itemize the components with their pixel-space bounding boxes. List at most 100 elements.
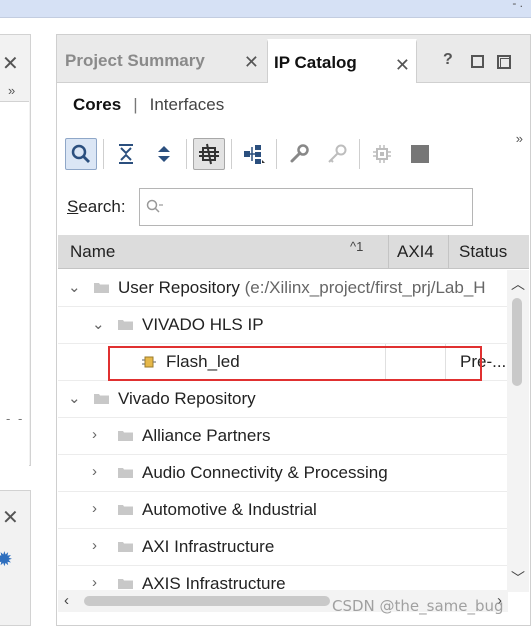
left-lower-panel: ✕ ✹ xyxy=(0,490,31,626)
key-icon xyxy=(328,144,347,163)
window-top-strip: - . xyxy=(0,0,531,18)
scrollbar-thumb[interactable] xyxy=(84,596,330,606)
customize-ip-button[interactable] xyxy=(366,138,398,170)
folder-icon xyxy=(118,505,133,515)
chevron-up-icon[interactable]: ︿ xyxy=(511,274,525,294)
search-field[interactable] xyxy=(139,188,473,226)
tree-row-axi-infrastructure[interactable]: › AXI Infrastructure xyxy=(58,529,508,566)
row-label: Alliance Partners xyxy=(142,426,271,445)
row-label: Automotive & Industrial xyxy=(142,500,317,519)
folder-icon xyxy=(118,320,133,330)
tree-row-automotive-industrial[interactable]: › Automotive & Industrial xyxy=(58,492,508,529)
left-side-panel: ✕ » - - xyxy=(0,34,31,471)
vertical-scrollbar[interactable]: ︿ ﹀ xyxy=(507,270,529,592)
folder-icon xyxy=(118,542,133,552)
collapse-all-icon xyxy=(119,144,133,164)
close-icon[interactable]: ✕ xyxy=(395,55,410,76)
tree-row-alliance-partners[interactable]: › Alliance Partners xyxy=(58,418,508,455)
row-label: Flash_led xyxy=(166,352,240,371)
hierarchy-button[interactable] xyxy=(238,138,270,170)
view-switcher: Cores | Interfaces xyxy=(73,93,224,117)
search-label: Search: xyxy=(67,197,126,216)
gear-icon[interactable]: ✹ xyxy=(0,547,13,572)
search-toggle-button[interactable] xyxy=(65,138,97,170)
chip-icon xyxy=(373,145,391,163)
tab-bar: Project Summary ✕ IP Catalog ✕ ? xyxy=(57,35,530,83)
chevron-left-icon[interactable]: ‹ xyxy=(64,592,69,609)
row-label: VIVADO HLS IP xyxy=(142,315,264,334)
overflow-chevron-icon[interactable]: » xyxy=(516,131,523,146)
scrollbar-thumb[interactable] xyxy=(512,298,522,386)
search-icon xyxy=(71,144,90,163)
tree-row-vivado-hls-ip[interactable]: ⌄ VIVADO HLS IP xyxy=(58,307,508,344)
ip-core-icon xyxy=(142,356,156,368)
chip-pin-icon xyxy=(199,143,219,165)
watermark: CSDN @the_same_bug xyxy=(332,597,504,615)
show-ip-button[interactable] xyxy=(193,138,225,170)
subtab-cores[interactable]: Cores xyxy=(73,95,121,115)
row-label: User Repository xyxy=(118,278,240,297)
settings-button[interactable] xyxy=(283,138,315,170)
toolbar-separator xyxy=(359,139,360,169)
close-icon[interactable]: ✕ xyxy=(244,52,259,73)
tab-project-summary[interactable]: Project Summary ✕ xyxy=(61,39,265,83)
chevron-right-icon[interactable]: › xyxy=(92,537,108,554)
toolbar: » xyxy=(65,131,525,173)
tab-label: Project Summary xyxy=(65,51,205,70)
stop-button[interactable] xyxy=(404,138,436,170)
expand-all-button[interactable] xyxy=(148,138,180,170)
row-path: (e:/Xilinx_project/first_prj/Lab_H xyxy=(244,278,486,297)
chevron-down-icon[interactable]: ⌄ xyxy=(68,389,84,407)
wrench-icon xyxy=(290,144,309,163)
tree-row-flash-led[interactable]: Flash_led Pre-... xyxy=(58,344,508,381)
search-input[interactable] xyxy=(140,189,472,225)
row-label: Audio Connectivity & Processing xyxy=(142,463,388,482)
chevron-right-icon[interactable]: › xyxy=(92,574,108,591)
chevron-down-icon[interactable]: ⌄ xyxy=(68,278,84,296)
row-label: AXI Infrastructure xyxy=(142,537,275,556)
folder-icon xyxy=(118,579,133,589)
folder-icon xyxy=(118,431,133,441)
ip-tree: ⌄ User Repository (e:/Xilinx_project/fir… xyxy=(58,270,508,595)
tree-row-user-repository[interactable]: ⌄ User Repository (e:/Xilinx_project/fir… xyxy=(58,270,508,307)
search-icon xyxy=(146,199,163,213)
subtab-interfaces[interactable]: Interfaces xyxy=(150,95,225,115)
subtab-separator: | xyxy=(133,95,138,114)
sort-indicator: ^1 xyxy=(350,239,364,254)
search-row: Search: xyxy=(67,187,473,227)
restore-icon[interactable] xyxy=(471,55,484,68)
ip-catalog-window: Project Summary ✕ IP Catalog ✕ ? Cores |… xyxy=(56,34,531,626)
collapse-all-button[interactable] xyxy=(110,138,142,170)
row-label: Vivado Repository xyxy=(118,389,256,408)
toolbar-separator xyxy=(186,139,187,169)
folder-icon xyxy=(94,283,109,293)
chevron-down-icon[interactable]: ⌄ xyxy=(92,315,108,333)
tree-row-audio-connectivity[interactable]: › Audio Connectivity & Processing xyxy=(58,455,508,492)
column-header-status[interactable]: Status xyxy=(448,235,529,269)
tree-row-vivado-repository[interactable]: ⌄ Vivado Repository xyxy=(58,381,508,418)
help-icon[interactable]: ? xyxy=(443,51,453,69)
license-button[interactable] xyxy=(321,138,353,170)
tab-label: IP Catalog xyxy=(274,52,357,72)
close-icon[interactable]: ✕ xyxy=(2,505,19,530)
maximize-icon[interactable] xyxy=(497,55,511,69)
chevron-right-icon[interactable]: › xyxy=(92,500,108,517)
column-header-name[interactable]: Name xyxy=(70,235,384,269)
chevron-right-icon[interactable]: › xyxy=(92,463,108,480)
row-axi4-cell xyxy=(385,344,445,380)
stop-square-icon xyxy=(411,145,429,163)
chevron-right-icon[interactable]: › xyxy=(92,426,108,443)
folder-icon xyxy=(118,468,133,478)
divider-dashes: - - xyxy=(6,411,25,426)
tab-ip-catalog[interactable]: IP Catalog ✕ xyxy=(267,39,417,83)
chevron-down-icon[interactable]: ﹀ xyxy=(511,568,525,588)
expand-all-icon xyxy=(158,146,170,162)
column-header-axi4[interactable]: AXI4 xyxy=(388,235,448,269)
row-status-cell: Pre-... xyxy=(445,344,506,380)
toolbar-separator xyxy=(276,139,277,169)
close-icon[interactable]: ✕ xyxy=(2,51,19,76)
table-header: Name ^1 AXI4 Status xyxy=(58,235,529,269)
overflow-chevron-icon[interactable]: » xyxy=(8,83,15,98)
window-menu-dots-icon[interactable]: - . xyxy=(512,0,523,10)
toolbar-separator xyxy=(231,139,232,169)
